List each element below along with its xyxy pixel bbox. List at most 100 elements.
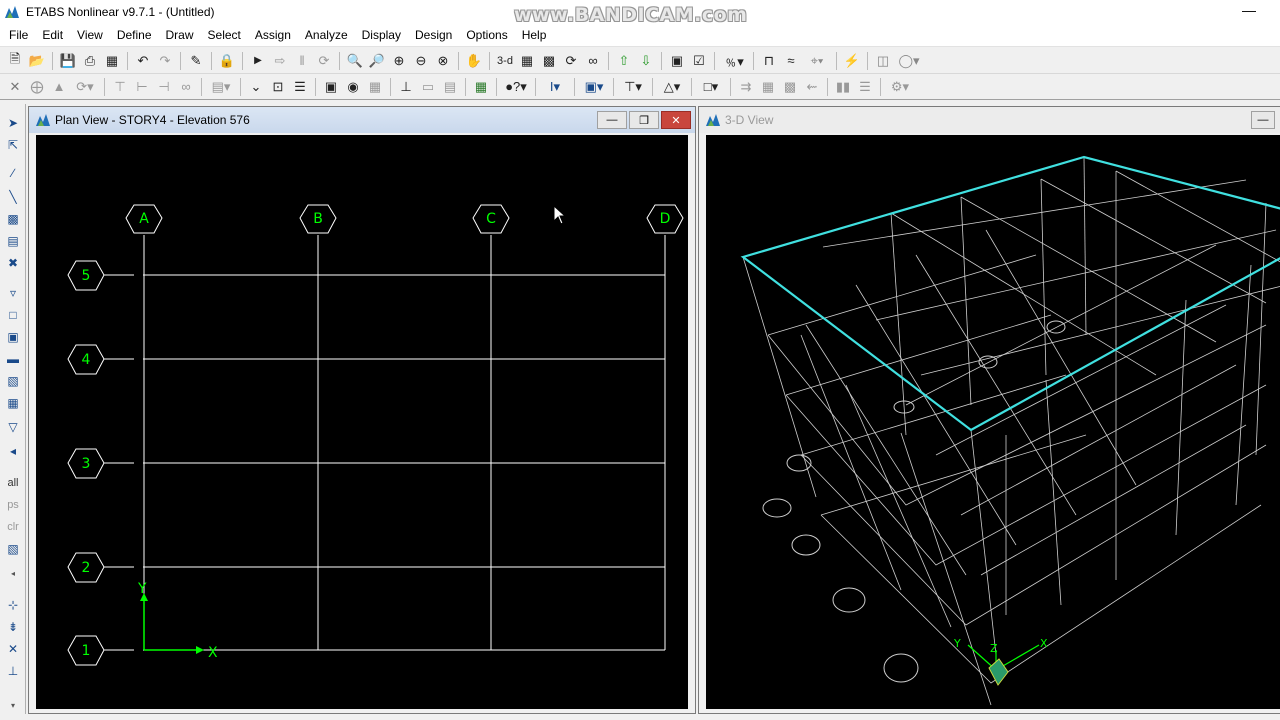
area-dropdown-icon[interactable]: ▤▾ bbox=[206, 77, 236, 97]
menu-select[interactable]: Select bbox=[201, 28, 248, 42]
restore-window-button[interactable]: ❐ bbox=[629, 111, 659, 129]
draw-dimension-icon[interactable]: ▽ bbox=[3, 418, 23, 436]
clear-selection-button[interactable]: clr bbox=[3, 518, 23, 536]
show-image-icon[interactable]: ▣ bbox=[320, 77, 342, 97]
pause-icon[interactable]: ‖ bbox=[291, 51, 313, 71]
zoom-in-icon[interactable]: ⊕ bbox=[388, 51, 410, 71]
deformed-shape-icon[interactable]: ≈ bbox=[780, 51, 802, 71]
graph-icon[interactable]: ⌄ bbox=[245, 77, 267, 97]
draw-rectangle-icon[interactable]: □ bbox=[3, 306, 23, 324]
draw-secondary-beam-icon[interactable]: ▤ bbox=[3, 232, 23, 250]
pan-icon[interactable]: ✋ bbox=[463, 51, 485, 71]
percent-dropdown-icon[interactable]: ﹪▾ bbox=[719, 51, 749, 71]
row-bubble-4[interactable]: 4 bbox=[67, 344, 105, 375]
row-bubble-3[interactable]: 3 bbox=[67, 448, 105, 479]
zoom-out-icon[interactable]: ⊖ bbox=[410, 51, 432, 71]
draw-frame-icon[interactable]: ╲ bbox=[3, 188, 23, 206]
row-bubble-5[interactable]: 5 bbox=[67, 260, 105, 291]
column-bubble-b[interactable]: B bbox=[299, 204, 337, 234]
move-up-icon[interactable]: ⇧ bbox=[613, 51, 635, 71]
mesh-icon[interactable]: ∞ bbox=[175, 77, 197, 97]
column-bubble-a[interactable]: A bbox=[125, 204, 163, 234]
design-dropdown-icon[interactable]: ◯▾ bbox=[894, 51, 924, 71]
layers-icon[interactable]: ☰ bbox=[289, 77, 311, 97]
toolbar-scroll-icon-3[interactable]: ▾ bbox=[3, 696, 23, 714]
zoom-restore-icon[interactable]: 🔎 bbox=[366, 51, 388, 71]
save-icon[interactable]: 💾 bbox=[57, 51, 79, 71]
menu-file[interactable]: File bbox=[2, 28, 35, 42]
minimize-3d-window-button[interactable]: — bbox=[1251, 111, 1275, 129]
snap-line-icon[interactable]: ✕ bbox=[3, 640, 23, 658]
frame-release-dropdown-icon[interactable]: □▾ bbox=[696, 77, 726, 97]
member-forces-dropdown-icon[interactable]: ⌖▾ bbox=[802, 51, 832, 71]
row-bubble-2[interactable]: 2 bbox=[67, 552, 105, 583]
color-icon[interactable]: ▦ bbox=[470, 77, 492, 97]
new-file-icon[interactable]: 🗎 bbox=[4, 51, 26, 71]
column-bubble-d[interactable]: D bbox=[646, 204, 684, 234]
print-icon[interactable]: ⎙ bbox=[79, 51, 101, 71]
show-node-icon[interactable]: ◉ bbox=[342, 77, 364, 97]
draw-openings-icon[interactable]: ▦ bbox=[3, 394, 23, 412]
plan-grid-drawing[interactable]: A B C D 5 4 3 2 1 X Y bbox=[36, 135, 688, 709]
menu-assign[interactable]: Assign bbox=[248, 28, 298, 42]
snap-intersection-icon[interactable]: ⊹ bbox=[3, 596, 23, 614]
rotate-3d-icon[interactable]: ⟳ bbox=[560, 51, 582, 71]
selected-roof-outline[interactable] bbox=[740, 155, 1280, 432]
replicate-icon[interactable]: ⊣ bbox=[153, 77, 175, 97]
show-wall-icon[interactable]: ▦ bbox=[364, 77, 386, 97]
ruler-icon[interactable]: ▤ bbox=[439, 77, 461, 97]
zoom-fit-icon[interactable]: ⊗ bbox=[432, 51, 454, 71]
intersecting-line-select-icon[interactable]: ▧ bbox=[3, 540, 23, 558]
toolbar-scroll-icon-2[interactable]: ◂ bbox=[3, 564, 23, 582]
refresh-icon[interactable]: ⟳ bbox=[313, 51, 335, 71]
design-check-icon[interactable]: ◫ bbox=[872, 51, 894, 71]
beam-dropdown-icon[interactable]: ⊤▾ bbox=[618, 77, 648, 97]
area-section-dropdown-icon[interactable]: ▣▾ bbox=[579, 77, 609, 97]
load-icon-1[interactable]: ⇉ bbox=[735, 77, 757, 97]
menu-view[interactable]: View bbox=[70, 28, 110, 42]
lock-icon[interactable]: 🔒 bbox=[216, 51, 238, 71]
load-icon-3[interactable]: ▩ bbox=[779, 77, 801, 97]
help-dropdown-icon[interactable]: ●?▾ bbox=[501, 77, 531, 97]
menu-draw[interactable]: Draw bbox=[159, 28, 201, 42]
label-icon[interactable]: ⊡ bbox=[267, 77, 289, 97]
joint-icon[interactable]: ⨁ bbox=[26, 77, 48, 97]
zoom-window-icon[interactable]: 🔍 bbox=[344, 51, 366, 71]
view-3d-window[interactable]: 3-D View — Y Z X bbox=[698, 106, 1280, 714]
row-bubble-1[interactable]: 1 bbox=[67, 635, 105, 666]
settings-dropdown-icon[interactable]: ⚙▾ bbox=[885, 77, 915, 97]
menu-define[interactable]: Define bbox=[110, 28, 159, 42]
redo-icon[interactable]: ↷ bbox=[154, 51, 176, 71]
frame-shape-icon[interactable]: ⊓ bbox=[758, 51, 780, 71]
set-display-options-icon[interactable]: ☑ bbox=[688, 51, 710, 71]
plan-view-icon[interactable]: ▦ bbox=[516, 51, 538, 71]
section-icon[interactable]: ▭ bbox=[417, 77, 439, 97]
object-shrink-icon[interactable]: ▣ bbox=[666, 51, 688, 71]
pencil-icon[interactable]: ✎ bbox=[185, 51, 207, 71]
view-3d-canvas[interactable]: Y Z X bbox=[706, 135, 1280, 709]
plan-view-titlebar[interactable]: Plan View - STORY4 - Elevation 576 — ❐ ✕ bbox=[29, 107, 695, 133]
energy-icon[interactable]: ⚡ bbox=[841, 51, 863, 71]
slab-dropdown-icon[interactable]: △▾ bbox=[657, 77, 687, 97]
draw-beam-grid-icon[interactable]: ▩ bbox=[3, 210, 23, 228]
reshape-pointer-icon[interactable]: ⇱ bbox=[3, 136, 23, 154]
snap-midpoint-icon[interactable]: ⇟ bbox=[3, 618, 23, 636]
draw-area-icon[interactable]: ▿ bbox=[3, 284, 23, 302]
pointer-icon[interactable]: ➤ bbox=[3, 114, 23, 132]
print-tables-icon[interactable]: ▦ bbox=[101, 51, 123, 71]
view-3d-titlebar[interactable]: 3-D View — bbox=[699, 107, 1280, 133]
plan-view-window[interactable]: Plan View - STORY4 - Elevation 576 — ❐ ✕ bbox=[28, 106, 696, 714]
snap-perpendicular-icon[interactable]: ⊥ bbox=[3, 662, 23, 680]
plan-view-canvas[interactable]: A B C D 5 4 3 2 1 X Y bbox=[36, 135, 688, 709]
step-icon[interactable]: ⇨ bbox=[269, 51, 291, 71]
minimize-window-button[interactable]: — bbox=[597, 111, 627, 129]
previous-selection-button[interactable]: ps bbox=[3, 496, 23, 514]
grid-lines-icon[interactable]: ☰ bbox=[854, 77, 876, 97]
draw-line-icon[interactable]: ∕ bbox=[3, 164, 23, 182]
wall-icon[interactable]: ▮▮ bbox=[832, 77, 854, 97]
open-folder-icon[interactable]: 📂 bbox=[26, 51, 48, 71]
draw-area-click-icon[interactable]: ▣ bbox=[3, 328, 23, 346]
support-icon[interactable]: ⊥ bbox=[395, 77, 417, 97]
draw-wall-panel-icon[interactable]: ▧ bbox=[3, 372, 23, 390]
toolbar-scroll-icon[interactable]: ◂ bbox=[3, 442, 23, 460]
